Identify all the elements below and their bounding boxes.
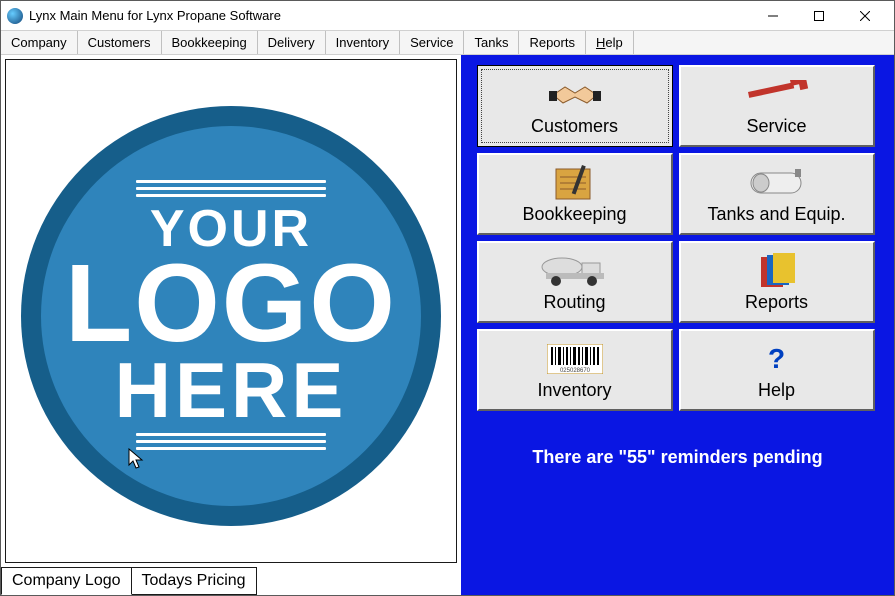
left-tabs: Company Logo Todays Pricing [1,565,256,595]
company-logo-frame: YOUR LOGO HERE [5,59,457,563]
menu-tanks[interactable]: Tanks [464,31,519,54]
left-panel: YOUR LOGO HERE Company Logo Todays Prici… [1,55,461,595]
content-area: YOUR LOGO HERE Company Logo Todays Prici… [1,55,894,595]
quick-buttons-grid: Customers Service [477,65,879,411]
reminders-status: There are "55" reminders pending [471,447,884,468]
reminders-prefix: There are " [532,447,627,467]
ledger-pen-icon [552,164,598,202]
window-controls [750,2,888,30]
bookkeeping-button-label: Bookkeeping [522,204,626,225]
reports-folder-icon [757,252,797,290]
customers-button[interactable]: Customers [477,65,673,147]
tab-company-logo[interactable]: Company Logo [1,567,132,595]
logo-placeholder-icon: YOUR LOGO HERE [21,106,441,526]
logo-text-logo: LOGO [65,254,397,353]
reminders-count: 55 [627,447,647,467]
maximize-button[interactable] [796,2,842,30]
reports-button[interactable]: Reports [679,241,875,323]
title-bar: Lynx Main Menu for Lynx Propane Software [1,1,894,31]
inventory-button[interactable]: 025028670 Inventory [477,329,673,411]
reports-button-label: Reports [745,292,808,313]
close-button[interactable] [842,2,888,30]
menu-delivery[interactable]: Delivery [258,31,326,54]
menu-service[interactable]: Service [400,31,464,54]
menu-bookkeeping[interactable]: Bookkeeping [162,31,258,54]
menu-reports[interactable]: Reports [519,31,586,54]
service-button-label: Service [746,116,806,137]
routing-button[interactable]: Routing [477,241,673,323]
service-button[interactable]: Service [679,65,875,147]
menu-bar: Company Customers Bookkeeping Delivery I… [1,31,894,55]
propane-tank-icon [747,164,807,202]
logo-text-here: HERE [115,353,348,427]
bookkeeping-button[interactable]: Bookkeeping [477,153,673,235]
menu-company[interactable]: Company [1,31,78,54]
window-title: Lynx Main Menu for Lynx Propane Software [29,8,281,23]
customers-button-label: Customers [531,116,618,137]
app-icon [7,8,23,24]
barcode-icon: 025028670 [547,340,603,378]
main-window: Lynx Main Menu for Lynx Propane Software… [0,0,895,596]
help-button-label: Help [758,380,795,401]
help-button[interactable]: ? Help [679,329,875,411]
pipe-wrench-icon [742,76,812,114]
menu-help[interactable]: Help [586,31,634,54]
menu-inventory[interactable]: Inventory [326,31,400,54]
routing-button-label: Routing [543,292,605,313]
help-question-icon: ? [768,340,785,378]
tab-todays-pricing[interactable]: Todays Pricing [131,567,257,595]
reminders-suffix: " reminders pending [647,447,823,467]
menu-customers[interactable]: Customers [78,31,162,54]
tanks-button[interactable]: Tanks and Equip. [679,153,875,235]
handshake-icon [547,76,603,114]
tanks-button-label: Tanks and Equip. [707,204,845,225]
right-panel: Customers Service [461,55,894,595]
inventory-button-label: Inventory [537,380,611,401]
delivery-truck-icon [540,252,610,290]
svg-text:025028670: 025028670 [559,368,590,374]
minimize-button[interactable] [750,2,796,30]
